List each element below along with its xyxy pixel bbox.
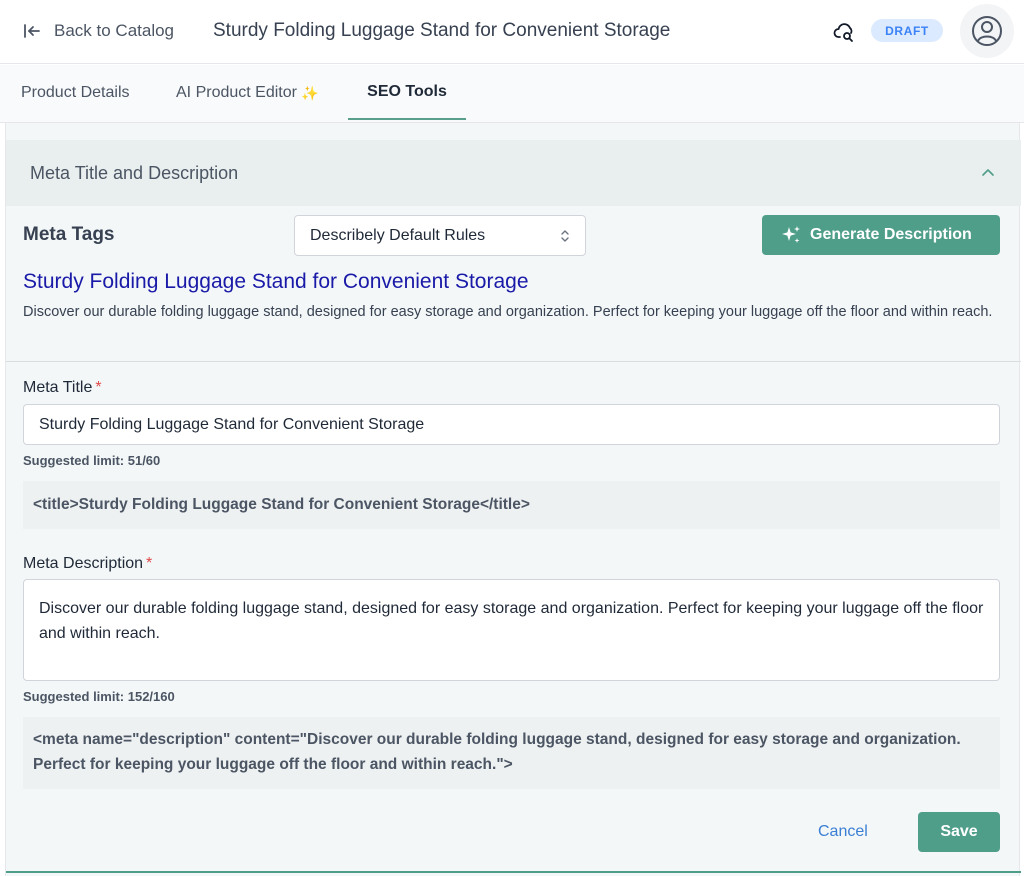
- sparkles-icon: ✨: [300, 84, 319, 101]
- meta-title-label: Meta Title *: [23, 379, 102, 397]
- required-mark: *: [146, 555, 153, 572]
- tab-product-details[interactable]: Product Details: [21, 65, 130, 121]
- rules-select-value: Describely Default Rules: [310, 226, 486, 244]
- back-label: Back to Catalog: [54, 21, 175, 40]
- generate-description-button[interactable]: Generate Description: [762, 215, 1000, 255]
- meta-accordion-header[interactable]: Meta Title and Description: [6, 140, 1021, 206]
- top-header: Back to Catalog Sturdy Folding Luggage S…: [0, 0, 1024, 64]
- meta-description-label: Meta Description *: [23, 555, 152, 573]
- meta-description-textarea[interactable]: Discover our durable folding luggage sta…: [23, 579, 1000, 681]
- tab-ai-product-editor[interactable]: AI Product Editor ✨: [176, 65, 318, 121]
- save-button[interactable]: Save: [918, 812, 1000, 852]
- bottom-accent-line: [6, 871, 1021, 873]
- serp-preview-description: Discover our durable folding luggage sta…: [23, 304, 993, 320]
- sparkles-icon: [782, 226, 800, 243]
- seo-panel: Meta Title and Description Meta Tags Des…: [5, 123, 1021, 876]
- chevron-up-icon: [982, 169, 994, 176]
- meta-title-input[interactable]: Sturdy Folding Luggage Stand for Conveni…: [23, 404, 1000, 445]
- user-avatar-icon[interactable]: [960, 4, 1014, 58]
- cancel-button[interactable]: Cancel: [818, 821, 880, 843]
- meta-tags-label: Meta Tags: [23, 224, 115, 245]
- back-to-catalog-link[interactable]: Back to Catalog: [22, 18, 174, 44]
- status-badge: DRAFT: [871, 19, 943, 42]
- divider: [6, 361, 1021, 362]
- tab-seo-tools[interactable]: SEO Tools: [348, 65, 466, 120]
- tab-label: SEO Tools: [367, 82, 447, 100]
- meta-description-limit: Suggested limit: 152/160: [23, 689, 175, 704]
- tab-label: AI Product Editor: [176, 84, 297, 101]
- up-down-chevron-icon: [561, 230, 569, 242]
- cloud-search-icon[interactable]: [832, 19, 858, 45]
- serp-preview-title: Sturdy Folding Luggage Stand for Conveni…: [23, 270, 529, 293]
- meta-title-code-preview: <title>Sturdy Folding Luggage Stand for …: [23, 481, 1000, 529]
- tab-bar: Product Details AI Product Editor ✨ SEO …: [0, 65, 1024, 123]
- rules-select[interactable]: Describely Default Rules: [294, 215, 586, 256]
- page-title: Sturdy Folding Luggage Stand for Conveni…: [213, 20, 671, 41]
- tab-label: Product Details: [21, 84, 130, 101]
- meta-title-limit: Suggested limit: 51/60: [23, 453, 161, 468]
- meta-description-label-text: Meta Description: [23, 555, 144, 572]
- back-arrow-icon: [24, 24, 40, 38]
- meta-description-code-preview: <meta name="description" content="Discov…: [23, 717, 1000, 789]
- accordion-title: Meta Title and Description: [30, 162, 239, 183]
- required-mark: *: [95, 379, 102, 396]
- generate-label: Generate Description: [810, 226, 972, 243]
- meta-title-label-text: Meta Title: [23, 379, 93, 396]
